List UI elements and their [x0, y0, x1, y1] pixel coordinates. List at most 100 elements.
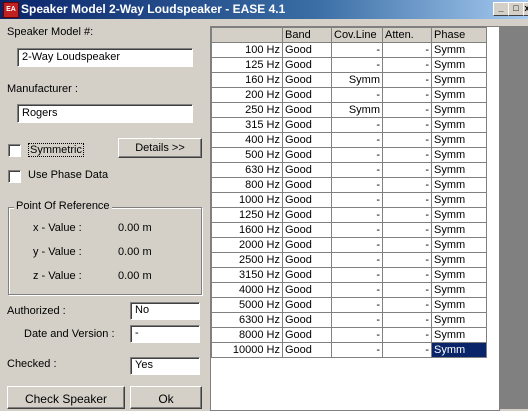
details-button[interactable]: Details >> — [118, 138, 202, 158]
table-row[interactable]: 1250 Hz Good - - Symm — [211, 207, 487, 223]
phase-cell[interactable]: Symm — [431, 42, 487, 58]
cov-line-cell[interactable]: - — [331, 57, 383, 73]
cov-line-cell[interactable]: - — [331, 342, 383, 358]
header-atten[interactable]: Atten. — [382, 27, 432, 43]
table-row[interactable]: 10000 Hz Good - - Symm — [211, 342, 487, 358]
atten-cell[interactable]: - — [382, 87, 432, 103]
model-field[interactable]: 2-Way Loudspeaker — [17, 48, 193, 67]
atten-cell[interactable]: - — [382, 312, 432, 328]
phase-cell[interactable]: Symm — [431, 222, 487, 238]
app-icon[interactable]: EA — [3, 2, 19, 18]
phase-cell[interactable]: Symm — [431, 132, 487, 148]
band-cell[interactable]: Good — [282, 162, 332, 178]
table-row[interactable]: 5000 Hz Good - - Symm — [211, 297, 487, 313]
phase-cell[interactable]: Symm — [431, 177, 487, 193]
table-row[interactable]: 160 Hz Good Symm - Symm — [211, 72, 487, 88]
atten-cell[interactable]: - — [382, 162, 432, 178]
band-cell[interactable]: Good — [282, 192, 332, 208]
band-cell[interactable]: Good — [282, 102, 332, 118]
use-phase-checkbox[interactable] — [8, 170, 21, 183]
phase-cell[interactable]: Symm — [431, 102, 487, 118]
band-cell[interactable]: Good — [282, 252, 332, 268]
phase-cell[interactable]: Symm — [431, 327, 487, 343]
band-cell[interactable]: Good — [282, 207, 332, 223]
title-bar[interactable]: EA Speaker Model 2-Way Loudspeaker - EAS… — [0, 0, 528, 19]
band-cell[interactable]: Good — [282, 297, 332, 313]
cov-line-cell[interactable]: - — [331, 192, 383, 208]
atten-cell[interactable]: - — [382, 207, 432, 223]
cov-line-cell[interactable]: - — [331, 162, 383, 178]
cov-line-cell[interactable]: - — [331, 42, 383, 58]
ok-button[interactable]: Ok — [130, 386, 202, 409]
cov-line-cell[interactable]: - — [331, 267, 383, 283]
atten-cell[interactable]: - — [382, 192, 432, 208]
band-cell[interactable]: Good — [282, 117, 332, 133]
table-row[interactable]: 4000 Hz Good - - Symm — [211, 282, 487, 298]
band-cell[interactable]: Good — [282, 87, 332, 103]
table-row[interactable]: 315 Hz Good - - Symm — [211, 117, 487, 133]
symmetric-label[interactable]: Symmetric — [28, 143, 84, 157]
phase-cell[interactable]: Symm — [431, 72, 487, 88]
table-row[interactable]: 1600 Hz Good - - Symm — [211, 222, 487, 238]
cov-line-cell[interactable]: - — [331, 87, 383, 103]
table-row[interactable]: 125 Hz Good - - Symm — [211, 57, 487, 73]
table-row[interactable]: 250 Hz Good Symm - Symm — [211, 102, 487, 118]
maximize-button[interactable]: □ — [508, 2, 524, 16]
phase-cell[interactable]: Symm — [431, 267, 487, 283]
atten-cell[interactable]: - — [382, 117, 432, 133]
band-cell[interactable]: Good — [282, 282, 332, 298]
phase-cell[interactable]: Symm — [431, 312, 487, 328]
phase-cell[interactable]: Symm — [431, 162, 487, 178]
phase-cell[interactable]: Symm — [431, 192, 487, 208]
atten-cell[interactable]: - — [382, 282, 432, 298]
table-row[interactable]: 800 Hz Good - - Symm — [211, 177, 487, 193]
table-row[interactable]: 200 Hz Good - - Symm — [211, 87, 487, 103]
table-row[interactable]: 500 Hz Good - - Symm — [211, 147, 487, 163]
header-cov-line[interactable]: Cov.Line — [331, 27, 383, 43]
atten-cell[interactable]: - — [382, 102, 432, 118]
atten-cell[interactable]: - — [382, 327, 432, 343]
table-row[interactable]: 2500 Hz Good - - Symm — [211, 252, 487, 268]
cov-line-cell[interactable]: - — [331, 132, 383, 148]
use-phase-label[interactable]: Use Phase Data — [28, 169, 108, 181]
atten-cell[interactable]: - — [382, 177, 432, 193]
cov-line-cell[interactable]: - — [331, 177, 383, 193]
table-row[interactable]: 3150 Hz Good - - Symm — [211, 267, 487, 283]
cov-line-cell[interactable]: Symm — [331, 102, 383, 118]
atten-cell[interactable]: - — [382, 297, 432, 313]
band-cell[interactable]: Good — [282, 222, 332, 238]
table-row[interactable]: 400 Hz Good - - Symm — [211, 132, 487, 148]
table-row[interactable]: 2000 Hz Good - - Symm — [211, 237, 487, 253]
header-phase[interactable]: Phase — [431, 27, 487, 43]
phase-cell[interactable]: Symm — [431, 282, 487, 298]
atten-cell[interactable]: - — [382, 132, 432, 148]
cov-line-cell[interactable]: - — [331, 252, 383, 268]
cov-line-cell[interactable]: - — [331, 117, 383, 133]
atten-cell[interactable]: - — [382, 237, 432, 253]
atten-cell[interactable]: - — [382, 72, 432, 88]
atten-cell[interactable]: - — [382, 252, 432, 268]
band-cell[interactable]: Good — [282, 42, 332, 58]
table-row[interactable]: 100 Hz Good - - Symm — [211, 42, 487, 58]
band-cell[interactable]: Good — [282, 267, 332, 283]
band-cell[interactable]: Good — [282, 177, 332, 193]
cov-line-cell[interactable]: Symm — [331, 72, 383, 88]
band-cell[interactable]: Good — [282, 327, 332, 343]
header-band[interactable]: Band — [282, 27, 332, 43]
band-cell[interactable]: Good — [282, 147, 332, 163]
atten-cell[interactable]: - — [382, 57, 432, 73]
cov-line-cell[interactable]: - — [331, 237, 383, 253]
atten-cell[interactable]: - — [382, 222, 432, 238]
cov-line-cell[interactable]: - — [331, 207, 383, 223]
band-cell[interactable]: Good — [282, 342, 332, 358]
cov-line-cell[interactable]: - — [331, 222, 383, 238]
table-row[interactable]: 1000 Hz Good - - Symm — [211, 192, 487, 208]
atten-cell[interactable]: - — [382, 342, 432, 358]
phase-cell[interactable]: Symm — [431, 87, 487, 103]
atten-cell[interactable]: - — [382, 147, 432, 163]
phase-cell[interactable]: Symm — [431, 252, 487, 268]
phase-cell[interactable]: Symm — [431, 297, 487, 313]
phase-cell[interactable]: Symm — [431, 57, 487, 73]
close-button[interactable]: x — [523, 2, 528, 16]
phase-cell[interactable]: Symm — [431, 117, 487, 133]
